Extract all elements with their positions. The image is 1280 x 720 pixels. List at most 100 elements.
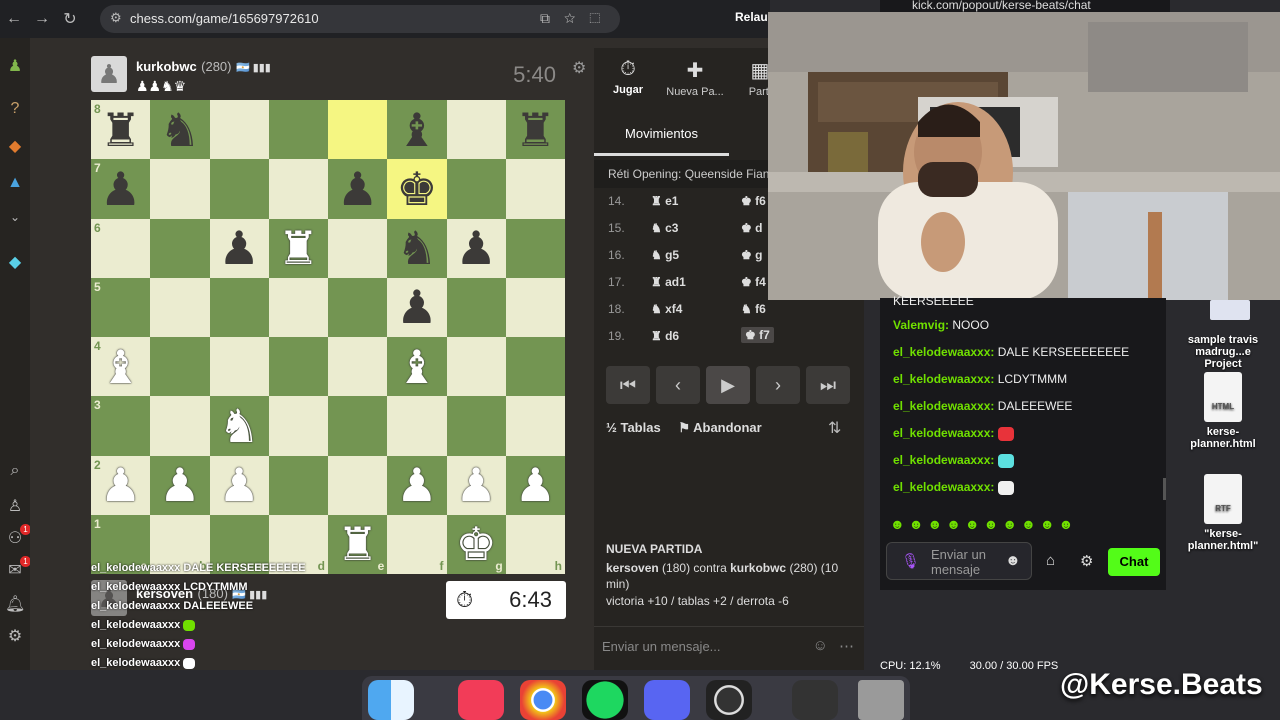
chat-username[interactable]: el_kelodewaaxxx:: [893, 480, 994, 494]
white-bishop-icon[interactable]: ♝: [100, 344, 141, 390]
square-a6[interactable]: 6: [91, 218, 151, 278]
black-move[interactable]: ♚ f4: [741, 275, 766, 289]
square-c2[interactable]: ♟: [209, 455, 269, 515]
chesscom-logo-icon[interactable]: ♟: [5, 56, 25, 76]
square-d6[interactable]: ♜: [268, 218, 328, 278]
white-knight-icon[interactable]: ♞: [219, 403, 260, 449]
square-e3[interactable]: [328, 396, 388, 456]
chat-username[interactable]: Valemvig:: [893, 318, 949, 332]
lessons-icon[interactable]: ◆: [5, 136, 25, 156]
puzzle-icon[interactable]: ?: [5, 100, 25, 120]
draw-button[interactable]: ½ Tablas: [606, 420, 661, 435]
chat-scrollbar[interactable]: [1163, 478, 1166, 500]
opponent-avatar[interactable]: ♟: [91, 56, 127, 92]
desktop-project-icon[interactable]: [1210, 300, 1250, 320]
square-f7[interactable]: ♚: [387, 159, 447, 219]
white-king-icon[interactable]: ♚: [456, 521, 497, 567]
square-e8[interactable]: [328, 100, 388, 160]
white-bishop-icon[interactable]: ♝: [396, 344, 437, 390]
settings-icon[interactable]: ⚙: [5, 626, 25, 646]
white-rook-icon[interactable]: ♜: [278, 225, 319, 271]
square-h4[interactable]: [505, 337, 565, 397]
finder-icon[interactable]: [368, 680, 414, 720]
next-move-button[interactable]: ›: [756, 366, 800, 404]
white-rook-icon[interactable]: ♜: [337, 521, 378, 567]
white-pawn-icon[interactable]: ♟: [100, 462, 141, 508]
site-info-icon[interactable]: ⚙: [110, 10, 122, 26]
square-g1[interactable]: g ♚: [446, 514, 506, 574]
square-h3[interactable]: [505, 396, 565, 456]
white-pawn-icon[interactable]: ♟: [515, 462, 556, 508]
black-move[interactable]: ♞ f6: [741, 302, 766, 316]
square-d5[interactable]: [268, 277, 328, 337]
black-pawn-icon[interactable]: ♟: [219, 225, 260, 271]
first-move-button[interactable]: ⏮: [606, 366, 650, 404]
square-g4[interactable]: [446, 337, 506, 397]
square-h7[interactable]: [505, 159, 565, 219]
white-move[interactable]: ♜ d6: [651, 329, 679, 343]
chat-username[interactable]: el_kelodewaaxxx:: [893, 345, 994, 359]
white-move[interactable]: ♞ c3: [651, 221, 678, 235]
square-b7[interactable]: [150, 159, 210, 219]
square-a3[interactable]: 3: [91, 396, 151, 456]
chat-username[interactable]: el_kelodewaaxxx:: [893, 372, 994, 386]
square-f4[interactable]: ♝: [387, 337, 447, 397]
square-h2[interactable]: ♟: [505, 455, 565, 515]
send-chat-button[interactable]: Chat: [1108, 548, 1160, 576]
square-a4[interactable]: 4 ♝: [91, 337, 151, 397]
black-pawn-icon[interactable]: ♟: [396, 284, 437, 330]
bell-icon[interactable]: 🔔︎: [5, 594, 25, 614]
square-g3[interactable]: [446, 396, 506, 456]
black-rook-icon[interactable]: ♜: [515, 107, 556, 153]
music-icon[interactable]: [458, 680, 504, 720]
desktop-file-rtf[interactable]: RTF "kerse-planner.html": [1178, 474, 1268, 552]
white-move[interactable]: ♞ g5: [651, 248, 679, 262]
desktop-file-html[interactable]: HTML kerse-planner.html: [1178, 372, 1268, 450]
chat-settings-icon[interactable]: ⚙: [1080, 552, 1093, 570]
square-e2[interactable]: [328, 455, 388, 515]
search-icon[interactable]: ⌕: [5, 462, 25, 482]
square-e6[interactable]: [328, 218, 388, 278]
resign-button[interactable]: ⚑ Abandonar: [678, 420, 761, 435]
black-knight-icon[interactable]: ♞: [159, 107, 200, 153]
black-pawn-icon[interactable]: ♟: [100, 166, 141, 212]
more-chevron-icon[interactable]: ⌄: [5, 210, 25, 230]
black-rook-icon[interactable]: ♜: [100, 107, 141, 153]
square-a2[interactable]: 2 ♟: [91, 455, 151, 515]
black-move[interactable]: ♚ f7: [741, 327, 774, 343]
square-f5[interactable]: ♟: [387, 277, 447, 337]
black-move[interactable]: ♚ g: [741, 248, 762, 262]
square-b3[interactable]: [150, 396, 210, 456]
emote-bar[interactable]: ☻☻☻☻☻☻☻☻☻☻: [890, 516, 1077, 532]
square-b8[interactable]: ♞: [150, 100, 210, 160]
tab-new-game[interactable]: ✚ Nueva Pa...: [662, 58, 728, 98]
black-knight-icon[interactable]: ♞: [396, 225, 437, 271]
square-g5[interactable]: [446, 277, 506, 337]
square-f8[interactable]: ♝: [387, 100, 447, 160]
chat-username[interactable]: el_kelodewaaxxx:: [893, 426, 994, 440]
tab-moves[interactable]: Movimientos: [594, 114, 729, 156]
square-b2[interactable]: ♟: [150, 455, 210, 515]
white-pawn-icon[interactable]: ♟: [456, 462, 497, 508]
square-h8[interactable]: ♜: [505, 100, 565, 160]
black-move[interactable]: ♚ f6: [741, 194, 766, 208]
desktop-file-project[interactable]: sample travis madrug...e Project: [1178, 334, 1268, 370]
terminal-window-icon[interactable]: [792, 680, 838, 720]
opponent-name[interactable]: kurkobwc: [136, 59, 197, 74]
square-g2[interactable]: ♟: [446, 455, 506, 515]
chrome-icon[interactable]: [520, 680, 566, 720]
square-a5[interactable]: 5: [91, 277, 151, 337]
square-e7[interactable]: ♟: [328, 159, 388, 219]
black-king-icon[interactable]: ♚: [396, 166, 437, 212]
learn-icon[interactable]: ▲: [5, 174, 25, 194]
square-d3[interactable]: [268, 396, 328, 456]
reload-icon[interactable]: ↻: [56, 9, 84, 29]
square-d2[interactable]: [268, 455, 328, 515]
chat-username[interactable]: el_kelodewaaxxx:: [893, 453, 994, 467]
relaunch-button[interactable]: Relau: [735, 10, 768, 24]
square-a8[interactable]: 8 ♜: [91, 100, 151, 160]
microphone-icon[interactable]: 🎙︎: [901, 552, 920, 570]
square-g6[interactable]: ♟: [446, 218, 506, 278]
discord-icon[interactable]: [644, 680, 690, 720]
square-f3[interactable]: [387, 396, 447, 456]
